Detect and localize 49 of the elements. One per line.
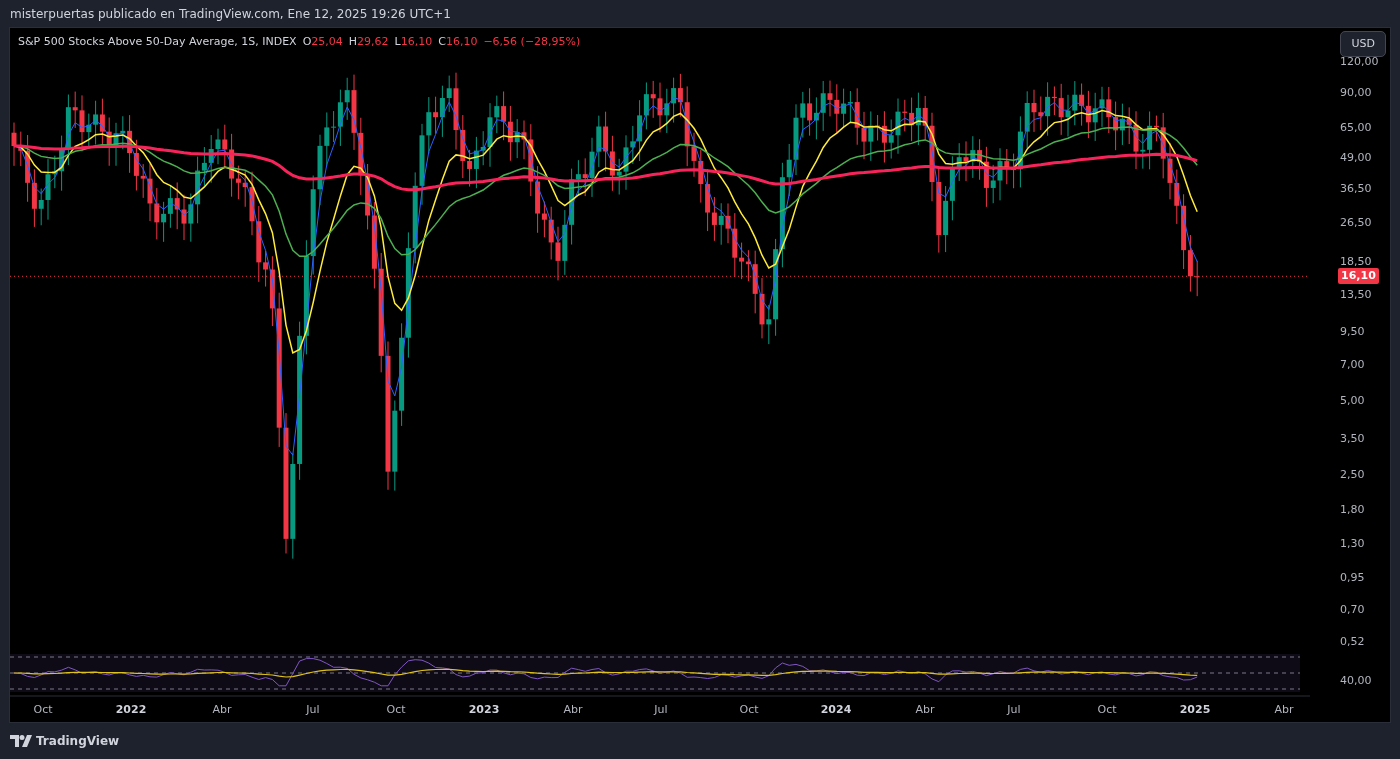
time-tick: Abr [1274,702,1294,718]
price-tick: 2,50 [1340,467,1365,482]
ohlc-label: L [394,34,401,50]
ohlc-value: 25,04 [311,34,343,50]
price-tick: 18,50 [1340,254,1372,269]
price-tick: 13,50 [1340,288,1372,303]
time-tick: Abr [212,702,232,718]
price-tick: 90,00 [1340,86,1372,100]
currency-button[interactable]: USD [1340,31,1386,57]
time-tick: Oct [386,702,406,718]
time-tick: Oct [739,702,759,718]
time-tick: Jul [654,702,668,718]
time-tick: 2022 [115,702,147,718]
price-change: −6,56 (−28,95%) [483,34,581,50]
time-tick: Oct [33,702,53,718]
time-tick: Jul [306,702,320,718]
logo-icon [10,735,32,747]
ohlc-value: 16,10 [445,34,478,50]
ohlc-label: C [438,34,446,50]
price-tick: 49,00 [1340,150,1372,165]
time-tick: Oct [1097,702,1117,718]
time-tick: 2023 [468,702,500,718]
time-tick: Abr [563,702,583,718]
price-tick: 7,00 [1340,358,1365,372]
rsi-tick: 40,00 [1340,674,1372,688]
price-tick: 0,95 [1340,570,1365,585]
price-tick: 3,50 [1340,431,1365,446]
price-tick: 5,00 [1340,393,1365,408]
price-tick: 120,00 [1340,55,1379,70]
time-tick: 2025 [1179,702,1211,718]
price-tick: 0,52 [1340,634,1365,649]
time-tick: Jul [1007,702,1021,718]
ohlc-label: O [302,34,312,50]
symbol-title: S&P 500 Stocks Above 50-Day Average, 1S, INDEX [18,34,297,50]
price-tick: 65,00 [1340,120,1372,135]
ohlc-value: 16,10 [400,34,433,50]
ohlc-value: 29,62 [357,34,389,50]
price-tick: 0,70 [1340,603,1365,618]
last-price-label: 16,10 [1338,268,1379,285]
price-tick: 1,80 [1340,502,1365,517]
ohlc-label: H [348,34,358,50]
logo-text: TradingView [36,733,120,750]
time-tick: 2024 [820,702,852,718]
attribution-text: misterpuertas publicado en TradingView.com, Ene 12, 2025 19:26 UTC+1 [10,5,451,23]
price-tick: 1,30 [1340,537,1365,552]
time-tick: Abr [915,702,935,718]
price-tick: 26,50 [1340,216,1372,231]
price-tick: 9,50 [1340,325,1365,340]
price-tick: 36,50 [1340,182,1372,197]
